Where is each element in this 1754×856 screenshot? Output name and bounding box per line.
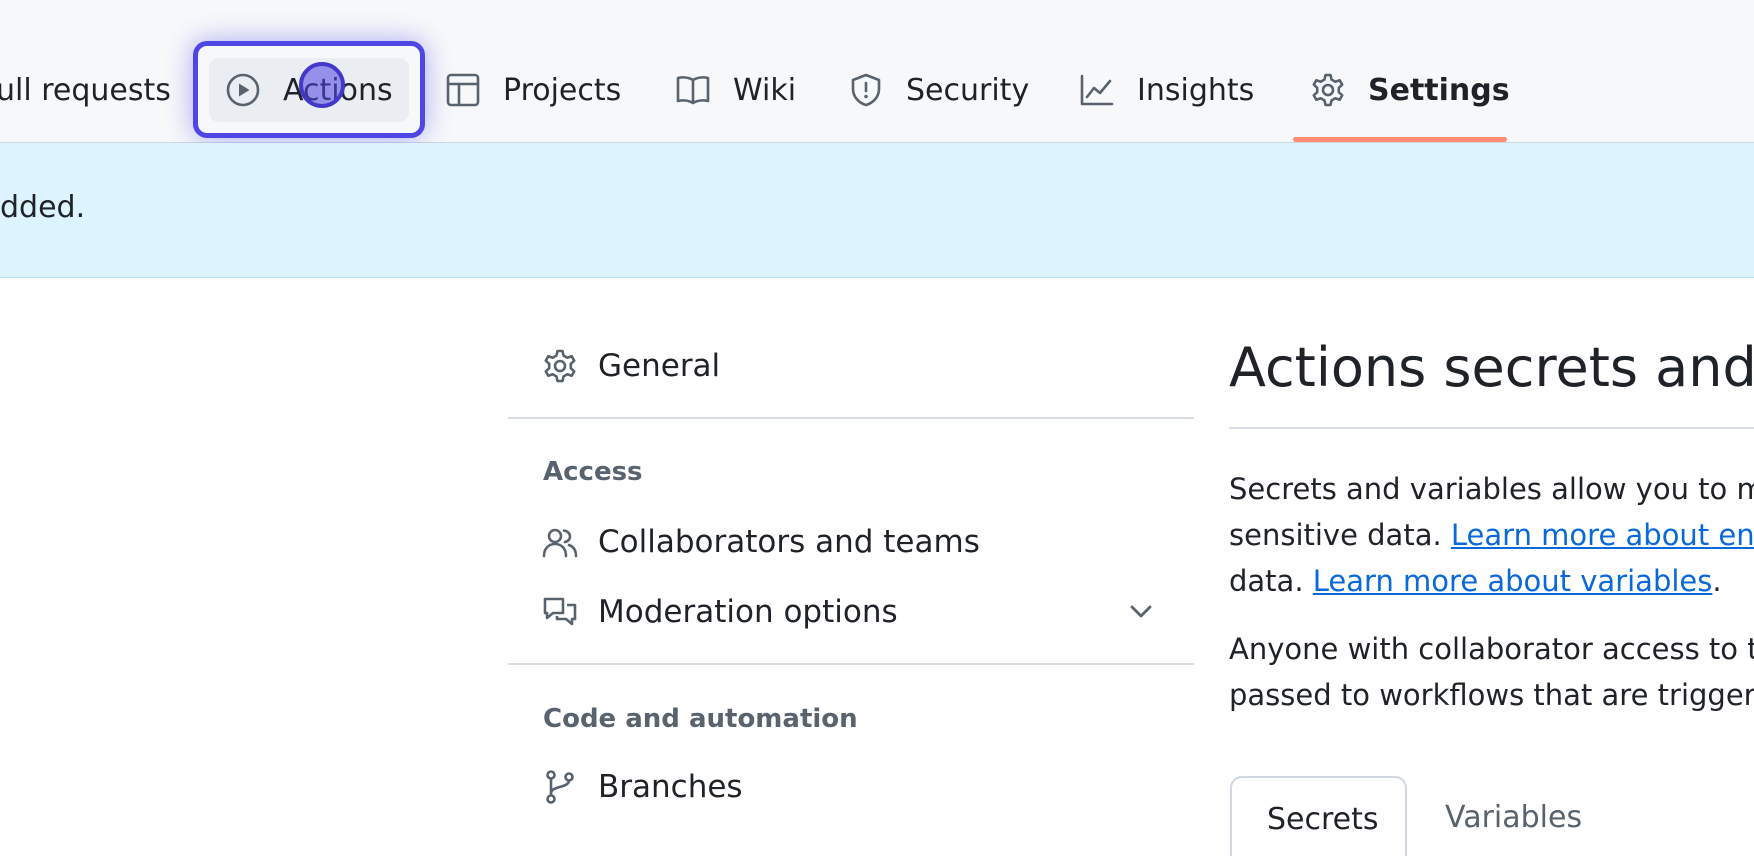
chevron-down-icon[interactable] (1126, 596, 1156, 626)
sidebar-item-general[interactable]: General (542, 348, 720, 384)
sidebar-item-collaborators-label: Collaborators and teams (598, 524, 980, 560)
gear-icon (544, 349, 576, 383)
tab-insights-label: Insights (1137, 72, 1255, 108)
sidebar-divider (508, 663, 1194, 665)
tab-settings[interactable]: Settings (1310, 58, 1510, 122)
tab-wiki[interactable]: Wiki (675, 58, 796, 122)
sidebar-item-branches-label: Branches (598, 769, 743, 805)
tab-wiki-label: Wiki (733, 72, 797, 108)
flash-banner-text: dded. (0, 190, 86, 225)
tab-security[interactable]: Security (848, 58, 1029, 122)
tab-pull-requests-label: ull requests (0, 72, 171, 108)
shield-icon (851, 73, 881, 107)
description-text: . (1712, 564, 1722, 598)
people-icon (542, 528, 578, 558)
sidebar-item-branches[interactable]: Branches (542, 769, 743, 805)
description-line-1: Secrets and variables allow you to m (1229, 472, 1754, 506)
sidebar-item-moderation-label: Moderation options (598, 594, 898, 630)
learn-more-variables-link[interactable]: Learn more about variables (1313, 564, 1713, 598)
tab-secrets[interactable]: Secrets (1230, 776, 1407, 856)
learn-more-encrypted-link[interactable]: Learn more about enc (1451, 518, 1754, 552)
graph-icon (1080, 74, 1114, 106)
flash-banner (0, 143, 1754, 278)
tab-settings-label: Settings (1368, 72, 1510, 108)
sidebar-divider (508, 417, 1194, 419)
access-note-line-2: passed to workflows that are trigger (1229, 678, 1754, 712)
git-branch-icon (546, 770, 574, 804)
title-divider (1229, 427, 1754, 429)
tab-insights[interactable]: Insights (1079, 58, 1254, 122)
sidebar-heading-code-automation: Code and automation (543, 704, 858, 734)
tab-pull-requests[interactable]: ull requests (0, 58, 171, 122)
access-note-line-1: Anyone with collaborator access to t (1229, 632, 1754, 666)
comment-discussion-icon (543, 597, 577, 626)
gear-icon (1312, 73, 1344, 107)
tab-security-label: Security (906, 72, 1030, 108)
tab-variables[interactable]: Variables (1445, 800, 1582, 835)
sidebar-item-general-label: General (598, 348, 721, 384)
tab-projects[interactable]: Projects (445, 58, 621, 122)
tab-secrets-label: Secrets (1267, 802, 1379, 837)
sidebar-item-moderation[interactable]: Moderation options (542, 594, 898, 630)
description-line-2: sensitive data. Learn more about enc (1229, 518, 1754, 552)
sidebar-heading-access: Access (543, 457, 643, 487)
sidebar-item-collaborators[interactable]: Collaborators and teams (542, 524, 980, 560)
description-line-3: data. Learn more about variables. (1229, 564, 1722, 598)
cursor-indicator (299, 62, 345, 108)
active-tab-underline (1293, 137, 1507, 142)
table-icon (446, 73, 480, 107)
description-text: sensitive data. (1229, 518, 1451, 552)
book-icon (676, 76, 710, 105)
description-text: data. (1229, 564, 1313, 598)
page-title: Actions secrets and va (1229, 336, 1754, 399)
tab-projects-label: Projects (503, 72, 622, 108)
